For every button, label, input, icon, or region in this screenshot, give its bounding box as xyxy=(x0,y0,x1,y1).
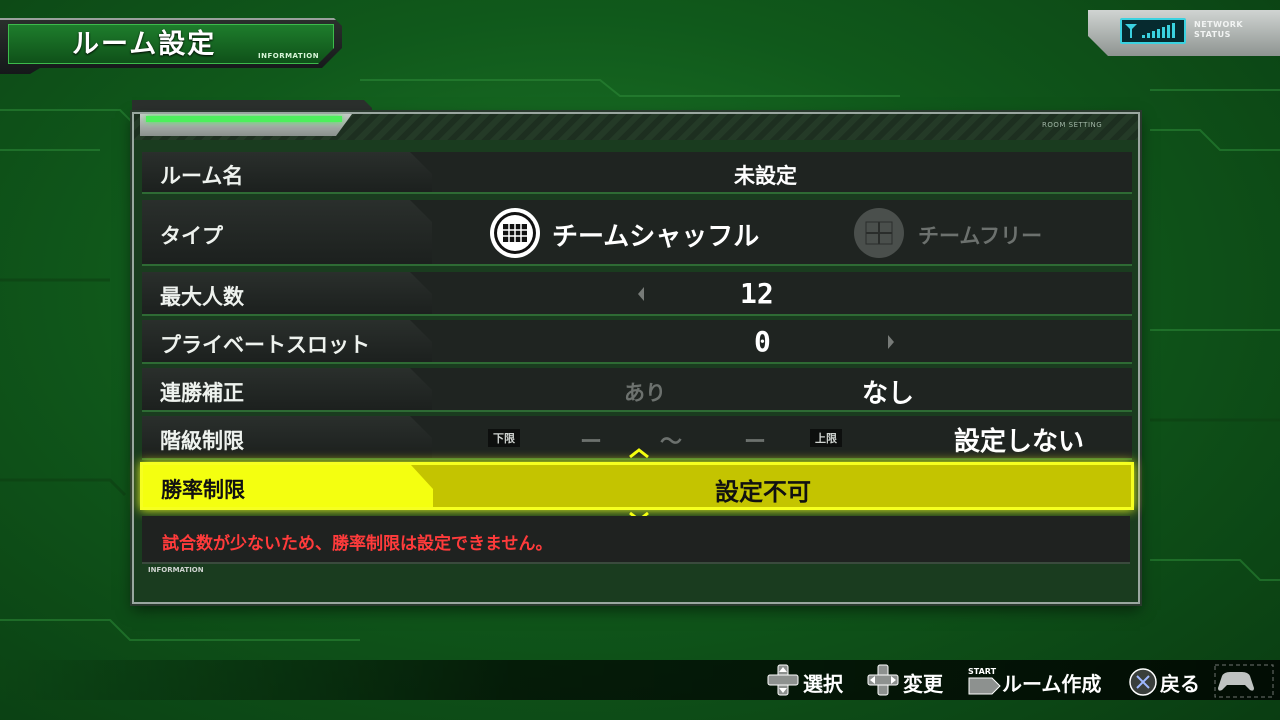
row-room-name[interactable]: ルーム名 未設定 xyxy=(142,152,1132,194)
rank-limit-value[interactable]: 設定しない xyxy=(954,421,1084,458)
rank-lower-value[interactable]: ー xyxy=(580,424,602,456)
win-rate-limit-label: 勝率制限 xyxy=(161,478,245,502)
win-streak-option-on[interactable]: あり xyxy=(624,377,666,407)
private-slot-value: 0 xyxy=(754,325,771,358)
chevron-up-icon[interactable] xyxy=(628,448,650,458)
start-button-label: START xyxy=(968,667,997,676)
dpad-vertical-icon xyxy=(767,664,799,696)
info-label: INFORMATION xyxy=(148,566,204,574)
cross-button-icon xyxy=(1129,668,1157,696)
win-streak-label: 連勝補正 xyxy=(160,381,244,405)
network-label-line1: NETWORK xyxy=(1194,20,1244,29)
hint-create-room: ルーム作成 xyxy=(1002,672,1102,696)
type-option-team-free[interactable]: チームフリー xyxy=(918,220,1042,250)
type-option-team-shuffle[interactable]: チームシャッフル xyxy=(552,216,759,253)
win-streak-option-off[interactable]: なし xyxy=(862,373,914,410)
private-slot-label: プライベートスロット xyxy=(160,333,370,357)
rank-lower-tag: 下限 xyxy=(488,429,520,447)
page-subtitle: INFORMATION xyxy=(258,52,320,60)
room-name-label: ルーム名 xyxy=(160,164,244,188)
hint-select: 選択 xyxy=(803,672,843,696)
rank-limit-label: 階級制限 xyxy=(160,429,244,453)
rank-range-separator: 〜 xyxy=(660,430,683,455)
type-label: タイプ xyxy=(160,224,223,248)
start-button-icon xyxy=(968,677,1001,695)
row-max-players[interactable]: 最大人数 12 xyxy=(142,272,1132,316)
rank-upper-tag: 上限 xyxy=(810,429,842,447)
chevron-left-icon[interactable] xyxy=(636,286,646,302)
row-win-streak[interactable]: 連勝補正 あり なし xyxy=(142,368,1132,412)
info-message: 試合数が少ないため、勝率制限は設定できません。 xyxy=(162,534,553,554)
row-type[interactable]: タイプ チームシャッフル チームフリー xyxy=(142,200,1132,266)
hint-back: 戻る xyxy=(1160,672,1200,696)
win-rate-limit-value: 設定不可 xyxy=(715,478,811,506)
controller-icon xyxy=(1214,664,1274,698)
row-win-rate-limit[interactable]: 勝率制限 設定不可 xyxy=(140,462,1134,510)
network-status-label: NETWORK STATUS xyxy=(1194,20,1243,40)
chevron-right-icon[interactable] xyxy=(886,334,896,350)
rank-upper-value[interactable]: ー xyxy=(744,424,766,456)
page-title: ルーム設定 xyxy=(72,29,217,60)
room-name-value: 未設定 xyxy=(734,164,797,188)
dpad-horizontal-icon xyxy=(867,664,899,696)
signal-antenna-icon xyxy=(1120,18,1186,44)
team-shuffle-icon[interactable] xyxy=(488,206,542,260)
hint-change: 変更 xyxy=(903,672,943,696)
max-players-value: 12 xyxy=(740,277,774,310)
team-free-icon[interactable] xyxy=(852,206,906,260)
panel-top-accent xyxy=(140,114,352,136)
row-private-slot[interactable]: プライベートスロット 0 xyxy=(142,320,1132,364)
max-players-label: 最大人数 xyxy=(160,285,244,309)
panel-section-label: ROOM SETTING xyxy=(1042,121,1103,129)
network-label-line2: STATUS xyxy=(1194,30,1231,39)
